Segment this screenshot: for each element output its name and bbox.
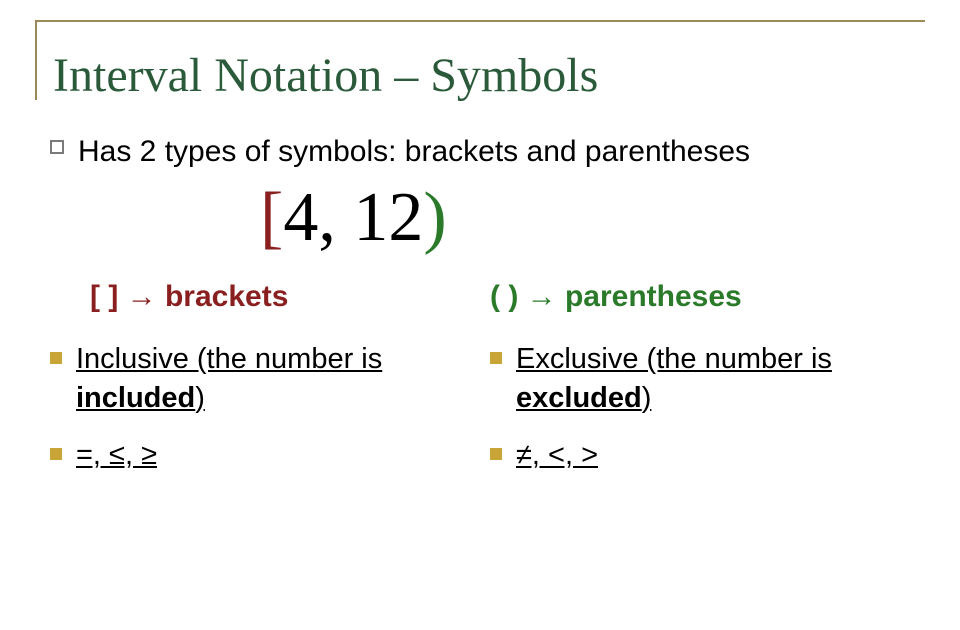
slide-content: Has 2 types of symbols: brackets and par…: [50, 130, 910, 174]
inclusive-operators: =, ≤, ≥: [76, 436, 157, 475]
exclusive-operators: ≠, <, >: [516, 436, 598, 475]
list-item: Exclusive (the number is excluded): [490, 340, 910, 418]
left-column: Inclusive (the number is included) =, ≤,…: [50, 340, 480, 493]
filled-square-icon: [50, 448, 62, 460]
list-item: Inclusive (the number is included): [50, 340, 470, 418]
slide-title: Interval Notation – Symbols: [35, 20, 925, 103]
title-container: Interval Notation – Symbols: [35, 20, 925, 103]
list-item: =, ≤, ≥: [50, 436, 470, 475]
title-rule-top: [35, 20, 925, 22]
brackets-label: [ ] → brackets: [50, 280, 480, 314]
label-col-left: [ ] → brackets: [50, 280, 480, 314]
open-bracket: [: [260, 179, 283, 256]
labels-row: [ ] → brackets ( ) → parentheses: [50, 280, 910, 314]
inclusive-text: Inclusive (the number is included): [76, 340, 470, 418]
filled-square-icon: [490, 352, 502, 364]
close-paren: ): [423, 179, 446, 256]
title-rule-left: [35, 20, 37, 100]
example-interval: [4, 12): [260, 178, 447, 258]
filled-square-icon: [490, 448, 502, 460]
exclusive-text: Exclusive (the number is excluded): [516, 340, 910, 418]
hollow-square-icon: [50, 140, 64, 154]
main-bullet-text: Has 2 types of symbols: brackets and par…: [78, 130, 750, 174]
main-bullet: Has 2 types of symbols: brackets and par…: [50, 130, 910, 174]
interval-values: 4, 12: [283, 179, 423, 256]
columns: Inclusive (the number is included) =, ≤,…: [50, 340, 910, 493]
label-col-right: ( ) → parentheses: [480, 280, 910, 314]
parentheses-label: ( ) → parentheses: [480, 280, 910, 314]
list-item: ≠, <, >: [490, 436, 910, 475]
right-column: Exclusive (the number is excluded) ≠, <,…: [480, 340, 910, 493]
filled-square-icon: [50, 352, 62, 364]
